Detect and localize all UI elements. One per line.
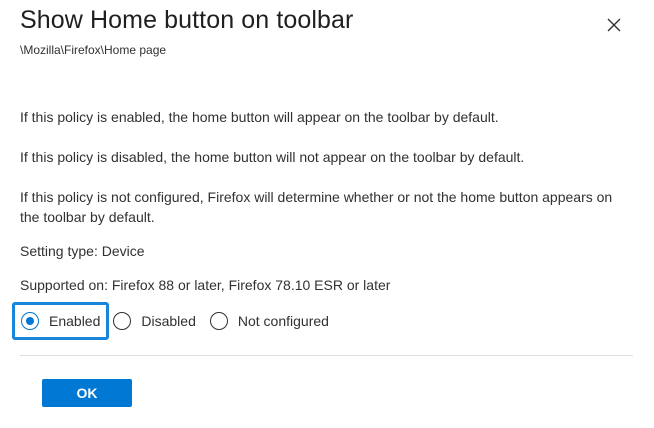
radio-enabled[interactable]: Enabled	[12, 302, 110, 340]
footer-divider	[20, 355, 633, 356]
radio-not-configured[interactable]: Not configured	[209, 303, 329, 339]
dialog-title: Show Home button on toolbar	[20, 6, 354, 34]
policy-state-radio-group: Enabled Disabled Not configured	[12, 302, 329, 340]
supported-on: Supported on: Firefox 88 or later, Firef…	[20, 277, 391, 293]
breadcrumb: \Mozilla\Firefox\Home page	[20, 43, 167, 57]
close-icon	[607, 18, 621, 32]
radio-disabled-label[interactable]: Disabled	[141, 313, 195, 329]
radio-enabled-circle[interactable]	[21, 312, 39, 330]
radio-disabled[interactable]: Disabled	[113, 303, 196, 339]
radio-enabled-label[interactable]: Enabled	[49, 313, 100, 329]
disabled-description: If this policy is disabled, the home but…	[20, 149, 525, 165]
close-button[interactable]	[603, 14, 625, 36]
not-configured-description: If this policy is not configured, Firefo…	[20, 189, 613, 225]
radio-not-configured-label[interactable]: Not configured	[238, 313, 329, 329]
radio-disabled-circle[interactable]	[113, 312, 132, 330]
radio-not-configured-circle[interactable]	[209, 312, 228, 330]
enabled-description: If this policy is enabled, the home butt…	[20, 109, 499, 125]
setting-type: Setting type: Device	[20, 243, 145, 259]
ok-button[interactable]: OK	[42, 379, 132, 407]
